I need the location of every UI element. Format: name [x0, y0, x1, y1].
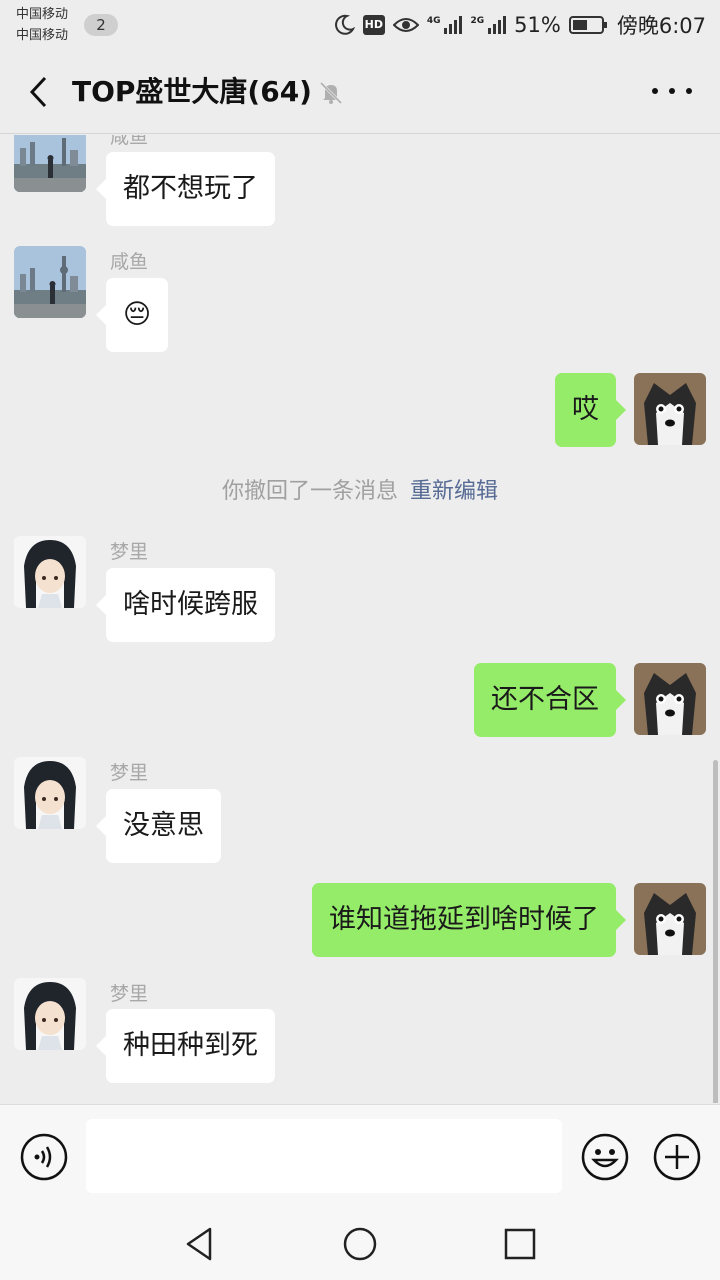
message-input[interactable] [86, 1119, 562, 1193]
re-edit-link[interactable]: 重新编辑 [410, 479, 498, 504]
carrier-1: 中国移动 [16, 7, 69, 22]
muted-bell-icon [319, 81, 343, 105]
scrollbar[interactable] [713, 760, 718, 1103]
message-list[interactable]: 咸鱼 都不想玩了 咸鱼 😔 哎 你撤回了一条消息 重新编辑 梦里 啥时候跨服 还… [0, 135, 720, 1103]
back-button[interactable] [18, 72, 58, 112]
sender-avatar[interactable] [14, 978, 86, 1050]
notification-count-badge: 2 [84, 14, 118, 36]
sender-name: 梦里 [110, 983, 149, 1005]
nav-back-triangle-icon[interactable] [180, 1224, 220, 1264]
plus-icon[interactable] [652, 1132, 702, 1182]
clock: 傍晚6:07 [616, 14, 706, 38]
message-bubble-outgoing[interactable]: 还不合区 [474, 663, 626, 737]
sender-name: 梦里 [110, 541, 149, 563]
hd-icon: HD [362, 15, 385, 35]
message-input-bar [0, 1104, 720, 1208]
sender-avatar[interactable] [14, 135, 86, 192]
anime-avatar-icon [14, 757, 86, 829]
sender-avatar[interactable] [14, 757, 86, 829]
voice-input-icon[interactable] [20, 1133, 68, 1181]
husky-avatar-icon [634, 373, 706, 445]
city-skyline-avatar-icon [14, 135, 86, 192]
my-avatar[interactable] [634, 883, 706, 955]
more-dot [686, 88, 692, 94]
message-bubble[interactable]: 种田种到死 [96, 1009, 275, 1083]
anime-avatar-icon [14, 536, 86, 608]
message-bubble-outgoing[interactable]: 谁知道拖延到啥时候了 [312, 883, 626, 957]
message-bubble[interactable]: 😔 [95, 278, 169, 352]
more-options-button[interactable] [652, 76, 692, 106]
message-bubble-outgoing[interactable]: 哎 [555, 373, 626, 447]
emoji-icon[interactable] [580, 1132, 630, 1182]
anime-avatar-icon [14, 978, 86, 1050]
message-bubble[interactable]: 都不想玩了 [96, 152, 275, 226]
more-dot [669, 88, 675, 94]
husky-avatar-icon [634, 663, 706, 735]
status-icons: HD 4G 2G 51% 傍晚6:07 [333, 9, 706, 41]
message-bubble[interactable]: 啥时候跨服 [96, 568, 275, 642]
nav-recents-square-icon[interactable] [500, 1224, 540, 1264]
battery-percent: 51% [514, 13, 561, 37]
signal-4g-icon: 4G [427, 16, 463, 34]
recall-notice: 你撤回了一条消息 重新编辑 [0, 477, 720, 507]
message-bubble[interactable]: 没意思 [96, 789, 221, 863]
my-avatar[interactable] [634, 373, 706, 445]
moon-icon [333, 14, 355, 36]
sender-avatar[interactable] [14, 246, 86, 318]
chevron-left-icon [29, 76, 47, 108]
sender-name: 咸鱼 [110, 135, 149, 148]
battery-icon [568, 15, 609, 35]
recall-notice-text: 你撤回了一条消息 [221, 479, 398, 504]
carrier-labels: 中国移动 中国移动 [16, 4, 68, 46]
city-skyline-avatar-icon [14, 246, 86, 318]
sender-name: 咸鱼 [110, 251, 149, 273]
nav-home-circle-icon[interactable] [340, 1224, 380, 1264]
sender-avatar[interactable] [14, 536, 86, 608]
my-avatar[interactable] [634, 663, 706, 735]
chat-header: TOP盛世大唐(64) [0, 50, 720, 134]
eye-icon [392, 15, 419, 35]
husky-avatar-icon [634, 883, 706, 955]
chat-title[interactable]: TOP盛世大唐(64) [72, 72, 312, 112]
carrier-2: 中国移动 [16, 28, 69, 43]
status-bar: 中国移动 中国移动 2 HD 4G 2G 51% 傍晚6:07 [0, 0, 720, 50]
system-navigation-bar [0, 1208, 720, 1280]
signal-2g-icon: 2G [470, 16, 507, 34]
wechat-group-chat-screen: 中国移动 中国移动 2 HD 4G 2G 51% 傍晚6:07 TOP盛世大唐(… [0, 0, 720, 1280]
sender-name: 梦里 [110, 762, 149, 784]
more-dot [652, 88, 658, 94]
